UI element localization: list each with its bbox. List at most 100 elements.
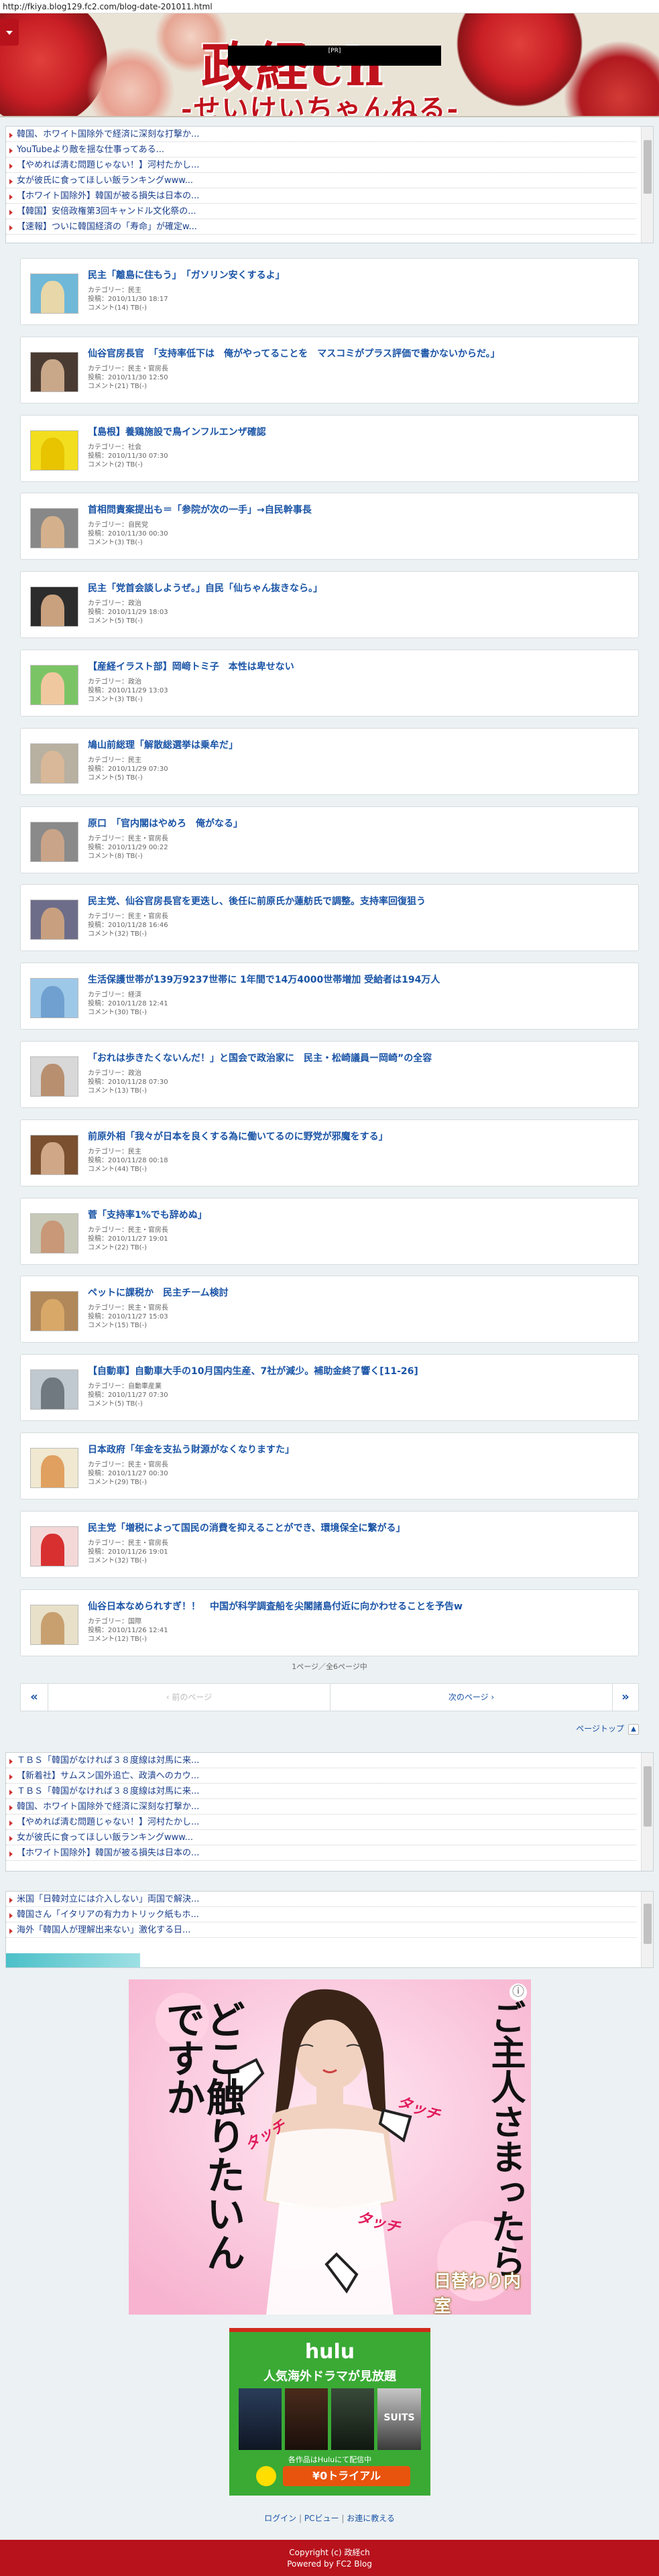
pc-view-link[interactable]: PCビュー xyxy=(304,2514,339,2523)
ticker-link[interactable]: 【速報】ついに韓国経済の「寿命」が確定w... xyxy=(17,222,197,232)
ticker-link[interactable]: 【ホワイト国除外】韓国が被る損失は日本の... xyxy=(17,1848,199,1858)
article-card[interactable]: 鳩山前総理「解散総選挙は乗牟だ」 カテゴリー：民主 投稿：2010/11/29 07… xyxy=(20,727,639,795)
hulu-advertisement[interactable]: hulu 人気海外ドラマが見放題 SUITS 各作品はHuluにて配信中 ¥0ト… xyxy=(229,2328,430,2496)
article-thumbnail[interactable] xyxy=(30,900,78,940)
article-title-link[interactable]: 【島根】養鶏施設で鳥インフルエンザ確認 xyxy=(88,425,624,438)
article-card[interactable]: 【島根】養鶏施設で鳥インフルエンザ確認 カテゴリー：社会 投稿：2010/11/30… xyxy=(20,414,639,482)
pr-bar[interactable]: [PR] xyxy=(228,46,441,66)
article-comments[interactable]: コメント(30) TB(-) xyxy=(88,1006,147,1016)
article-thumbnail[interactable] xyxy=(30,587,78,627)
article-title-link[interactable]: ペットに課税か 民主チーム検討 xyxy=(88,1286,624,1299)
ticker-item[interactable]: 韓国、ホワイト国除外で経済に深刻な打撃か... xyxy=(6,127,636,142)
scrollbar[interactable] xyxy=(641,127,653,243)
banner-strip[interactable] xyxy=(6,1953,140,1967)
article-title-link[interactable]: 鳩山前総理「解散総選挙は乗牟だ」 xyxy=(88,738,624,751)
article-title-link[interactable]: 首相問責案提出も＝「参院が次の一手」→自民幹事長 xyxy=(88,503,624,516)
article-thumbnail[interactable] xyxy=(30,1526,78,1567)
article-comments[interactable]: コメント(14) TB(-) xyxy=(88,302,147,312)
article-card[interactable]: 菅「支持率1%でも辞めぬ」 カテゴリー：民主・官房長 投稿：2010/11/27 1… xyxy=(20,1197,639,1265)
article-thumbnail[interactable] xyxy=(30,665,78,705)
prev-page-button[interactable]: ‹ 前のページ xyxy=(48,1684,330,1711)
ticker-item[interactable]: ＴＢＳ「韓国がなければ３８度線は対馬に来... xyxy=(6,1784,636,1799)
article-card[interactable]: 民主党「増税によって国民の消費を抑えることができ、環境保全に繋がる」 カテゴリー：… xyxy=(20,1510,639,1578)
article-comments[interactable]: コメント(22) TB(-) xyxy=(88,1241,147,1251)
article-card[interactable]: 仙谷官房長官 「支持率低下は 俺がやってることを マスコミがプラス評価で書かない… xyxy=(20,336,639,404)
article-card[interactable]: 仙谷日本なめられすぎ！！ 中国が科学調査船を尖閣諸島付近に向かわせることを予告w… xyxy=(20,1589,639,1656)
advertisement-banner[interactable]: どこ触りたいんですか ご主人さまったら タッチ タッチ タッチ 日替わり内室 ⓘ xyxy=(129,1979,531,2315)
ad-cta-button[interactable]: ¥0トライアル xyxy=(283,2466,410,2486)
ticker-link[interactable]: 【やめれば清む問題じゃない！】河村たかし... xyxy=(17,160,199,170)
article-title-link[interactable]: 「おれは歩きたくないんだ！」と国会で政治家に 民主・松崎議員ー岡崎”の全容 xyxy=(88,1051,624,1064)
article-comments[interactable]: コメント(44) TB(-) xyxy=(88,1163,147,1173)
article-card[interactable]: 民主党、仙谷官房長官を更迭し、後任に前原氏か蓮舫氏で調整。支持率回復狙う カテゴリ… xyxy=(20,884,639,952)
article-title-link[interactable]: 民主党「増税によって国民の消費を抑えることができ、環境保全に繋がる」 xyxy=(88,1521,624,1534)
ticker-item[interactable]: 女が彼氏に食ってほしい飯ランキングwww... xyxy=(6,1830,636,1845)
article-comments[interactable]: コメント(12) TB(-) xyxy=(88,1633,147,1643)
article-comments[interactable]: コメント(8) TB(-) xyxy=(88,850,143,860)
article-title-link[interactable]: 【自動車】自動車大手の10月国内生産、7社が減少。補助金終了響く[11-26] xyxy=(88,1364,624,1377)
ad-info-icon[interactable]: ⓘ xyxy=(510,1983,527,2001)
article-comments[interactable]: コメント(32) TB(-) xyxy=(88,1554,147,1565)
ticker-item[interactable]: ＴＢＳ「韓国がなければ３８度線は対馬に来... xyxy=(6,1753,636,1768)
ticker-item[interactable]: 韓国さん「イタリアの有力カトリック紙もホ... xyxy=(6,1907,636,1922)
ticker-link[interactable]: 【新着社】サムスン国外追亡、政潰へのカウ... xyxy=(17,1771,199,1781)
article-title-link[interactable]: 原口 「官内閣はやめろ 俺がなる」 xyxy=(88,816,624,830)
ticker-item[interactable]: YouTubeより敵を揺な仕事ってある... xyxy=(6,142,636,158)
article-title-link[interactable]: 生活保護世帯が139万9237世帯に 1年間で14万4000世帯増加 受給者は1… xyxy=(88,973,624,986)
scrollbar[interactable] xyxy=(641,1892,653,1967)
article-thumbnail[interactable] xyxy=(30,1369,78,1410)
ticker-link[interactable]: 【やめれば清む問題じゃない！】河村たかし... xyxy=(17,1817,199,1827)
article-comments[interactable]: コメント(5) TB(-) xyxy=(88,772,143,782)
share-link[interactable]: お連に教える xyxy=(347,2514,395,2523)
article-title-link[interactable]: 民主「離島に住もう」 「ガソリン安くするよ」 xyxy=(88,268,624,282)
article-comments[interactable]: コメント(3) TB(-) xyxy=(88,693,143,703)
article-title-link[interactable]: 仙谷日本なめられすぎ！！ 中国が科学調査船を尖閣諸島付近に向かわせることを予告w xyxy=(88,1599,624,1613)
ticker-link[interactable]: 【ホワイト国除外】韓国が被る損失は日本の... xyxy=(17,191,199,201)
article-title-link[interactable]: 【産経イラスト部】岡﨑トミ子 本性は卑せない xyxy=(88,660,624,673)
article-title-link[interactable]: 前原外相「我々が日本を良くする為に働いてるのに野党が邪魔をする」 xyxy=(88,1129,624,1143)
article-thumbnail[interactable] xyxy=(30,821,78,862)
ticker-item[interactable]: 【ホワイト国除外】韓国が被る損失は日本の... xyxy=(6,188,636,204)
article-comments[interactable]: コメント(21) TB(-) xyxy=(88,380,147,390)
ticker-link[interactable]: 米国「日韓対立には介入しない」両国で解決... xyxy=(17,1894,199,1904)
next-page-button[interactable]: 次のページ › xyxy=(331,1684,612,1711)
article-card[interactable]: 前原外相「我々が日本を良くする為に働いてるのに野党が邪魔をする」 カテゴリー：民主… xyxy=(20,1119,639,1186)
login-link[interactable]: ログイン xyxy=(264,2514,296,2523)
ticker-item[interactable]: 【やめれば清む問題じゃない！】河村たかし... xyxy=(6,1815,636,1830)
ticker-item[interactable]: 海外「韓国人が理解出来ない」激化する日... xyxy=(6,1922,636,1938)
article-thumbnail[interactable] xyxy=(30,508,78,549)
article-card[interactable]: 【自動車】自動車大手の10月国内生産、7社が減少。補助金終了響く[11-26] カ… xyxy=(20,1354,639,1422)
article-comments[interactable]: コメント(13) TB(-) xyxy=(88,1085,147,1095)
article-thumbnail[interactable] xyxy=(30,1291,78,1332)
ticker-link[interactable]: 韓国さん「イタリアの有力カトリック紙もホ... xyxy=(17,1910,199,1920)
last-page-button[interactable]: » xyxy=(613,1684,638,1711)
ticker-item[interactable]: 【速報】ついに韓国経済の「寿命」が確定w... xyxy=(6,219,636,235)
article-thumbnail[interactable] xyxy=(30,978,78,1019)
article-title-link[interactable]: 仙谷官房長官 「支持率低下は 俺がやってることを マスコミがプラス評価で書かない… xyxy=(88,347,624,360)
article-title-link[interactable]: 民主党、仙谷官房長官を更迭し、後任に前原氏か蓮舫氏で調整。支持率回復狙う xyxy=(88,894,624,908)
ticker-link[interactable]: ＴＢＳ「韓国がなければ３８度線は対馬に来... xyxy=(17,1786,199,1796)
article-comments[interactable]: コメント(5) TB(-) xyxy=(88,1398,143,1408)
article-thumbnail[interactable] xyxy=(30,743,78,784)
article-card[interactable]: 【産経イラスト部】岡﨑トミ子 本性は卑せない カテゴリー：政治 投稿：2010/11… xyxy=(20,650,639,717)
address-bar[interactable]: http://fkiya.blog129.fc2.com/blog-date-2… xyxy=(0,0,659,13)
scrollbar-thumb[interactable] xyxy=(644,1766,652,1827)
ticker-link[interactable]: 韓国、ホワイト国除外で経済に深刻な打撃か... xyxy=(17,129,199,139)
article-card[interactable]: ペットに課税か 民主チーム検討 カテゴリー：民主・官房長 投稿：2010/11/27… xyxy=(20,1276,639,1343)
article-thumbnail[interactable] xyxy=(30,273,78,314)
article-comments[interactable]: コメント(32) TB(-) xyxy=(88,928,147,938)
article-card[interactable]: 原口 「官内閣はやめろ 俺がなる」 カテゴリー：民主・官房長 投稿：2010/11/… xyxy=(20,806,639,873)
article-card[interactable]: 民主「党首会談しようぜ。」自民「仙ちゃん抜きなら。」 カテゴリー：政治 投稿：201… xyxy=(20,571,639,639)
ticker-item[interactable]: 韓国、ホワイト国除外で経済に深刻な打撃か... xyxy=(6,1799,636,1815)
scrollbar-thumb[interactable] xyxy=(644,140,652,194)
ticker-link[interactable]: 【韓国】安倍政権第3回キャンドル文化祭の... xyxy=(17,206,196,217)
ticker-link[interactable]: 女が彼氏に食ってほしい飯ランキングwww... xyxy=(17,1833,193,1843)
article-comments[interactable]: コメント(3) TB(-) xyxy=(88,536,143,546)
article-comments[interactable]: コメント(5) TB(-) xyxy=(88,615,143,625)
ticker-item[interactable]: 女が彼氏に食ってほしい飯ランキングwww... xyxy=(6,173,636,188)
article-thumbnail[interactable] xyxy=(30,351,78,392)
ticker-link[interactable]: YouTubeより敵を揺な仕事ってある... xyxy=(17,145,164,155)
article-thumbnail[interactable] xyxy=(30,430,78,471)
ticker-item[interactable]: 【やめれば清む問題じゃない！】河村たかし... xyxy=(6,158,636,173)
scrollbar[interactable] xyxy=(641,1753,653,1871)
